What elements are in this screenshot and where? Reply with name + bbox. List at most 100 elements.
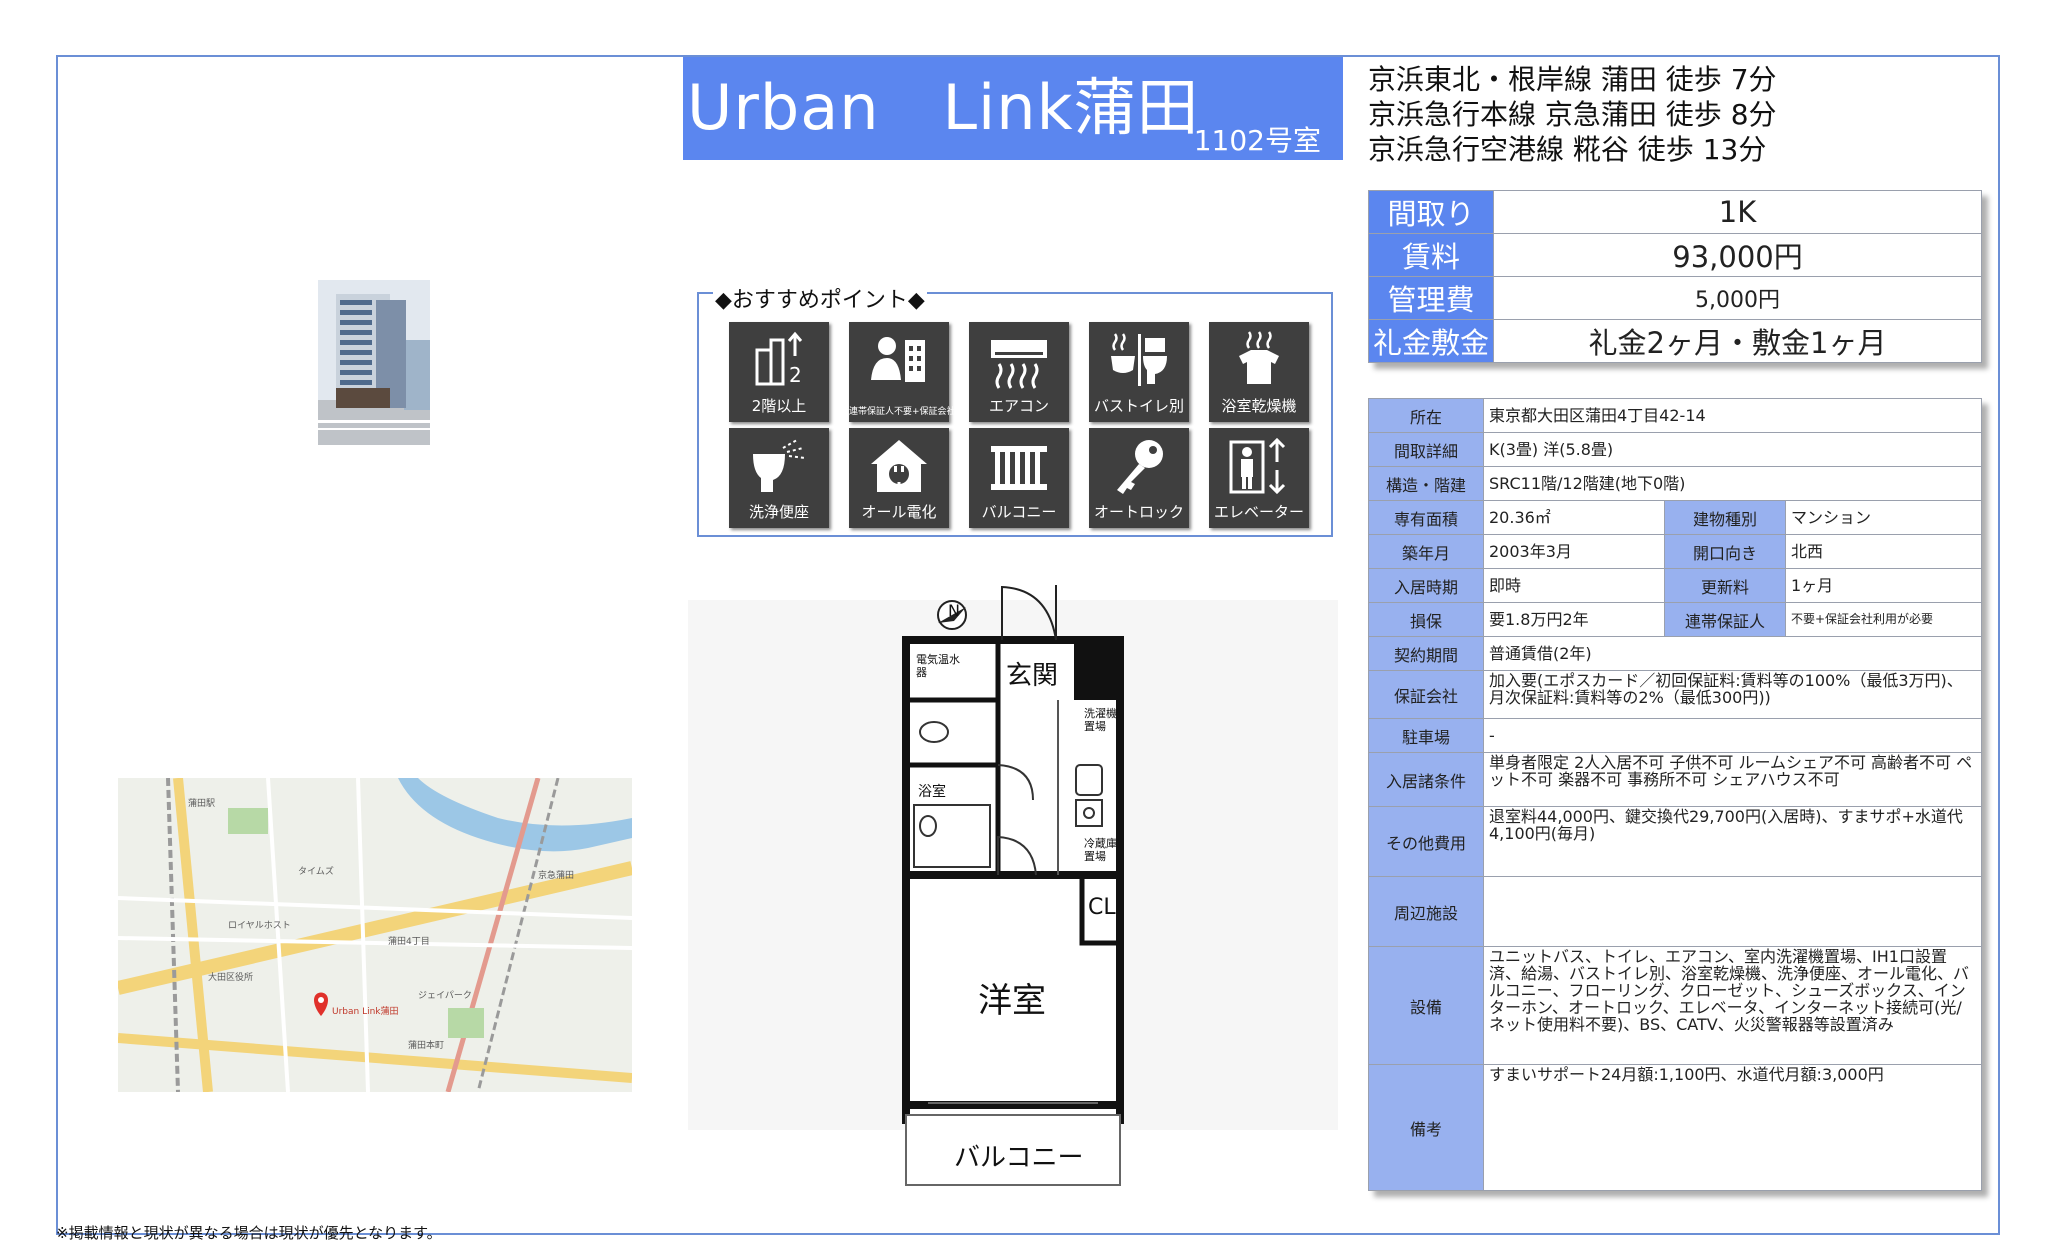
- summary-table: 間取り 1K 賃料 93,000円 管理費 5,000円 礼金敷金 礼金2ヶ月・…: [1368, 190, 1982, 363]
- nearby-value: [1483, 876, 1982, 947]
- feature-label: オートロック: [1093, 503, 1184, 521]
- elevator-icon: [1229, 437, 1286, 495]
- detail-row: 構造・階建 SRC11階/12階建(地下0階): [1368, 466, 1982, 501]
- feature-label: 連帯保証人不要+保証会社利用が必要: [849, 407, 1001, 417]
- summary-row-rent: 賃料 93,000円: [1368, 233, 1982, 277]
- bathroom-dryer-icon: [1239, 331, 1279, 384]
- insurance-value: 要1.8万円2年: [1483, 602, 1665, 637]
- remarks-label: 備考: [1368, 1064, 1484, 1191]
- contract-value: 普通賃借(2年): [1483, 636, 1982, 671]
- svg-text:2: 2: [789, 363, 802, 387]
- detail-row: 築年月 2003年3月 開口向き 北西: [1368, 534, 1982, 569]
- parking-label: 駐車場: [1368, 718, 1484, 753]
- detail-row: 契約期間 普通賃借(2年): [1368, 636, 1982, 671]
- feature-bathroom-dryer: 浴室乾燥機: [1209, 322, 1309, 422]
- other-costs-value: 退室料44,000円、鍵交換代29,700円(入居時)、すまサポ+水道代4,10…: [1483, 806, 1982, 877]
- structure-value: SRC11階/12階建(地下0階): [1483, 466, 1982, 501]
- recommend-points-box: ◆おすすめポイント◆ 2 2階以上 連帯保証人不要+保証会社利用が必要 エアコン…: [697, 282, 1333, 537]
- guarantor-icon: [871, 337, 925, 382]
- layout-detail-label: 間取詳細: [1368, 432, 1484, 467]
- feature-label: 洗浄便座: [748, 503, 809, 521]
- equipment-label: 設備: [1368, 946, 1484, 1065]
- map-label: タイムズ: [298, 867, 334, 877]
- renewal-label: 更新料: [1664, 568, 1786, 603]
- feature-label: バルコニー: [981, 503, 1057, 521]
- other-costs-label: その他費用: [1368, 806, 1484, 877]
- summary-row-mgmt: 管理費 5,000円: [1368, 276, 1982, 320]
- layout-value: 1K: [1493, 190, 1982, 234]
- feature-upper-floor: 2 2階以上: [729, 322, 829, 422]
- detail-row: 所在 東京都大田区蒲田4丁目42-14: [1368, 398, 1982, 433]
- feature-elevator: エレベーター: [1209, 428, 1309, 528]
- feature-label: バストイレ別: [1093, 397, 1184, 415]
- detail-row: 設備 ユニットバス、トイレ、エアコン、室内洗濯機置場、IH1口設置済、給湯、バス…: [1368, 946, 1982, 1065]
- address-label: 所在: [1368, 398, 1484, 433]
- feature-label: エレベーター: [1213, 503, 1304, 521]
- closet-label: CL: [1088, 895, 1116, 920]
- structure-label: 構造・階建: [1368, 466, 1484, 501]
- rent-value: 93,000円: [1493, 233, 1982, 277]
- station-access-list: 京浜東北・根岸線 蒲田 徒歩 7分 京浜急行本線 京急蒲田 徒歩 8分 京浜急行…: [1368, 62, 1777, 167]
- station-line: 京浜急行本線 京急蒲田 徒歩 8分: [1368, 98, 1777, 131]
- detail-row: 備考 すまいサポート24月額:1,100円、水道代月額:3,000円: [1368, 1064, 1982, 1191]
- rent-label: 賃料: [1368, 233, 1494, 277]
- bath-label: 浴室: [918, 784, 946, 800]
- deposit-value: 礼金2ヶ月・敷金1ヶ月: [1493, 319, 1982, 363]
- nearby-label: 周辺施設: [1368, 876, 1484, 947]
- area-value: 20.36㎡: [1483, 500, 1665, 535]
- feature-label: 浴室乾燥機: [1221, 397, 1297, 415]
- detail-row: 保証会社 加入要(エポスカード／初回保証料:賃料等の100%（最低3万円)、月次…: [1368, 670, 1982, 719]
- detail-row: 損保 要1.8万円2年 連帯保証人 不要+保証会社利用が必要: [1368, 602, 1982, 637]
- facing-label: 開口向き: [1664, 534, 1786, 569]
- feature-balcony: バルコニー: [969, 428, 1069, 528]
- property-title-banner: Urban Link蒲田 1102号室: [683, 57, 1343, 160]
- feature-bidet: 洗浄便座: [729, 428, 829, 528]
- disclaimer-footnote: ※掲載情報と現状が異なる場合は現状が優先となります。: [56, 1224, 442, 1242]
- washer-space-label: 洗濯機置場: [1084, 707, 1117, 733]
- detail-row: 入居時期 即時 更新料 1ヶ月: [1368, 568, 1982, 603]
- western-room-label: 洋室: [978, 981, 1046, 1021]
- map-label: ロイヤルホスト: [228, 921, 291, 931]
- map-label: ジェイパーク: [418, 991, 472, 1001]
- cosigner-value: 不要+保証会社利用が必要: [1785, 602, 1982, 637]
- location-map: Urban Link蒲田 蒲田駅 京急蒲田 タイムズ ロイヤルホスト 大田区役所…: [118, 778, 632, 1092]
- layout-label: 間取り: [1368, 190, 1494, 234]
- area-label: 専有面積: [1368, 500, 1484, 535]
- equipment-value: ユニットバス、トイレ、エアコン、室内洗濯機置場、IH1口設置済、給湯、バストイレ…: [1483, 946, 1982, 1065]
- property-name: Urban Link蒲田: [687, 71, 1200, 144]
- balcony-label: バルコニー: [954, 1143, 1084, 1173]
- entrance-label: 玄関: [1006, 661, 1059, 691]
- detail-table: 所在 東京都大田区蒲田4丁目42-14 間取詳細 K(3畳) 洋(5.8畳) 構…: [1368, 398, 1982, 1191]
- auto-lock-key-icon: [1117, 440, 1163, 494]
- floor-plan: N 玄関 電気温水器 洗濯機置場 浴室 冷蔵庫置場 CL 洋室 バルコニー: [688, 575, 1338, 1200]
- summary-row-layout: 間取り 1K: [1368, 190, 1982, 234]
- parking-value: -: [1483, 718, 1982, 753]
- movein-value: 即時: [1483, 568, 1665, 603]
- address-value: 東京都大田区蒲田4丁目42-14: [1483, 398, 1982, 433]
- feature-label: 2階以上: [751, 397, 807, 415]
- feature-label: エアコン: [988, 397, 1049, 415]
- built-value: 2003年3月: [1483, 534, 1665, 569]
- station-line: 京浜東北・根岸線 蒲田 徒歩 7分: [1368, 63, 1777, 96]
- deposit-label: 礼金敷金: [1368, 319, 1494, 363]
- map-pin-label: Urban Link蒲田: [332, 1007, 399, 1017]
- detail-row: 駐車場 -: [1368, 718, 1982, 753]
- mgmt-fee-label: 管理費: [1368, 276, 1494, 320]
- facing-value: 北西: [1785, 534, 1982, 569]
- air-conditioner-icon: [991, 340, 1047, 389]
- map-label: 蒲田4丁目: [388, 937, 430, 947]
- map-label: 大田区役所: [208, 973, 254, 983]
- feature-guarantor: 連帯保証人不要+保証会社利用が必要: [849, 322, 1001, 422]
- movein-label: 入居時期: [1368, 568, 1484, 603]
- fridge-space-label: 冷蔵庫置場: [1084, 837, 1117, 863]
- all-electric-icon: [871, 440, 927, 492]
- map-label: 京急蒲田: [538, 871, 575, 881]
- detail-row: 入居諸条件 単身者限定 2人入居不可 子供不可 ルームシェア不可 高齢者不可 ペ…: [1368, 752, 1982, 807]
- built-label: 築年月: [1368, 534, 1484, 569]
- guarantee-company-label: 保証会社: [1368, 670, 1484, 719]
- remarks-value: すまいサポート24月額:1,100円、水道代月額:3,000円: [1483, 1064, 1982, 1191]
- detail-row: その他費用 退室料44,000円、鍵交換代29,700円(入居時)、すまサポ+水…: [1368, 806, 1982, 877]
- map-label: 蒲田本町: [408, 1041, 445, 1051]
- conditions-label: 入居諸条件: [1368, 752, 1484, 807]
- detail-row: 周辺施設: [1368, 876, 1982, 947]
